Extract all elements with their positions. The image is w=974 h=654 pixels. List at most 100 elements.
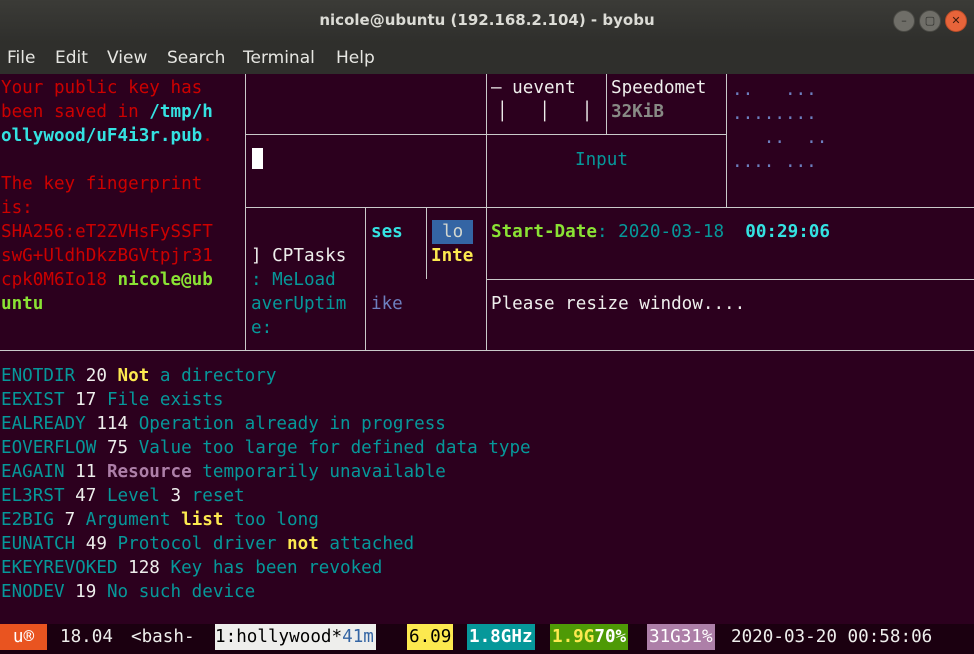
pane-divider <box>365 207 366 350</box>
cptasks-text: ] CPTasks <box>251 246 347 266</box>
byobu-status-bar: u® 18.04 <bash- 1:hollywood*41m 6.09 1.8… <box>0 624 974 654</box>
window-name: hollywood <box>236 627 332 647</box>
menu-search[interactable]: Search <box>167 48 225 68</box>
input-label: Input <box>575 150 628 170</box>
minimize-icon[interactable]: – <box>893 10 915 32</box>
errno-description: reset <box>181 486 245 506</box>
errno-code: EOVERFLOW <box>1 438 97 458</box>
errno-code: EEXIST <box>1 390 65 410</box>
errno-description: attached <box>318 534 415 554</box>
errno-code: EL3RST <box>1 486 65 506</box>
dots-line: .. .. <box>732 128 828 148</box>
memory-total: 1.9G <box>552 627 595 647</box>
errno-row: ENOTDIR 20 Not a directory <box>1 364 276 388</box>
key-fingerprint: cpk0M6Io18 <box>1 270 118 290</box>
ses-bottom: ike <box>371 294 403 314</box>
release-version: 18.04 <box>60 627 113 647</box>
errno-number: 19 <box>75 582 97 602</box>
errno-number: 11 <box>75 462 97 482</box>
dots-line: .. ... <box>732 80 817 100</box>
errno-code: EALREADY <box>1 414 86 434</box>
errno-description: 3 <box>170 486 182 506</box>
window-age: 41m <box>342 627 374 647</box>
cptasks-line: : MeLoad <box>251 270 336 290</box>
errno-row: EAGAIN 11 Resource temporarily unavailab… <box>1 460 446 484</box>
pane-divider <box>606 74 607 134</box>
pane-divider <box>726 74 727 207</box>
key-text-line: ollywood/uF4i3r.pub. <box>1 124 213 148</box>
errno-code: EUNATCH <box>1 534 76 554</box>
errno-description: Argument <box>85 510 182 530</box>
errno-description: Key has been revoked <box>170 558 383 578</box>
errno-code: E2BIG <box>1 510 54 530</box>
errno-number: 47 <box>75 486 97 506</box>
errno-description: Level <box>106 486 171 506</box>
key-path: ollywood/uF4i3r.pub <box>1 126 203 146</box>
disk-usage: 31G31% <box>647 624 715 650</box>
errno-number: 20 <box>85 366 107 386</box>
key-fingerprint: SHA256:eT2ZVHsFySSFT <box>1 222 213 242</box>
window-flag: * <box>331 627 343 647</box>
key-text-line: Your public key has <box>1 78 203 98</box>
key-text-line: The key fingerprint <box>1 174 203 194</box>
cptasks-line: averUptim <box>251 294 347 314</box>
key-user: untu <box>1 294 44 314</box>
start-date-value: 2020-03-18 <box>618 222 725 242</box>
lo-text: Inte <box>431 246 474 266</box>
errno-number: 17 <box>75 390 97 410</box>
errno-number: 7 <box>64 510 76 530</box>
cptasks-line: ] CPTasks <box>251 244 346 268</box>
errno-row: EALREADY 114 Operation already in progre… <box>1 412 446 436</box>
key-text-line: is: <box>1 198 33 218</box>
cpu-frequency: 1.8GHz <box>467 624 535 650</box>
errno-code: EAGAIN <box>1 462 65 482</box>
disk-total: 31G <box>649 627 681 647</box>
menu-file[interactable]: File <box>7 48 35 68</box>
errno-row: EOVERFLOW 75 Value too large for defined… <box>1 436 531 460</box>
errno-number: 49 <box>85 534 107 554</box>
menu-help[interactable]: Help <box>336 48 375 68</box>
errno-description: temporarily unavailable <box>191 462 446 482</box>
errno-row: E2BIG 7 Argument list too long <box>1 508 319 532</box>
cptasks-line: e: <box>251 318 273 338</box>
errno-row: EEXIST 17 File exists <box>1 388 223 412</box>
menu-terminal[interactable]: Terminal <box>243 48 315 68</box>
maximize-icon[interactable]: ▢ <box>919 10 941 32</box>
key-text: . <box>202 126 213 146</box>
errno-code: EKEYREVOKED <box>1 558 118 578</box>
session-name[interactable]: <bash- <box>131 624 195 650</box>
key-text: been saved in <box>1 102 150 122</box>
memory-usage: 1.9G70% <box>550 624 629 650</box>
menu-edit[interactable]: Edit <box>55 48 88 68</box>
pane-divider <box>486 74 487 350</box>
window-titlebar[interactable]: nicole@ubuntu (192.168.2.104) - byobu – … <box>0 0 974 42</box>
errno-number: 128 <box>128 558 160 578</box>
errno-code: ENOTDIR <box>1 366 76 386</box>
load-average: 6.09 <box>407 624 454 650</box>
close-icon[interactable]: ✕ <box>945 10 967 32</box>
menu-view[interactable]: View <box>107 48 147 68</box>
errno-description: Not <box>117 366 150 386</box>
text-cursor[interactable] <box>252 148 263 169</box>
errno-row: EKEYREVOKED 128 Key has been revoked <box>1 556 382 580</box>
errno-description: Protocol driver <box>117 534 288 554</box>
errno-description: No such device <box>106 582 256 602</box>
pane-divider <box>486 279 974 280</box>
key-fingerprint: swG+UldhDkzBGVtpjr31 <box>1 246 213 266</box>
ses-label: ses <box>371 222 403 242</box>
lo-badge: lo <box>432 220 474 244</box>
pane-divider <box>426 207 427 279</box>
pane-divider <box>245 74 246 350</box>
window-tab-active[interactable]: 1:hollywood*41m <box>215 624 376 650</box>
window-title: nicole@ubuntu (192.168.2.104) - byobu <box>319 11 655 29</box>
errno-description: Resource <box>106 462 192 482</box>
errno-description: not <box>287 534 319 554</box>
key-path: /tmp/h <box>149 102 213 122</box>
errno-description: too long <box>223 510 319 530</box>
errno-number: 75 <box>106 438 129 458</box>
start-time-value: 00:29:06 <box>745 222 830 242</box>
window-number: 1: <box>215 627 237 647</box>
terminal-area[interactable]: Your public key has been saved in /tmp/h… <box>0 74 974 654</box>
disk-used: 31% <box>680 627 713 647</box>
errno-description: a directory <box>149 366 277 386</box>
